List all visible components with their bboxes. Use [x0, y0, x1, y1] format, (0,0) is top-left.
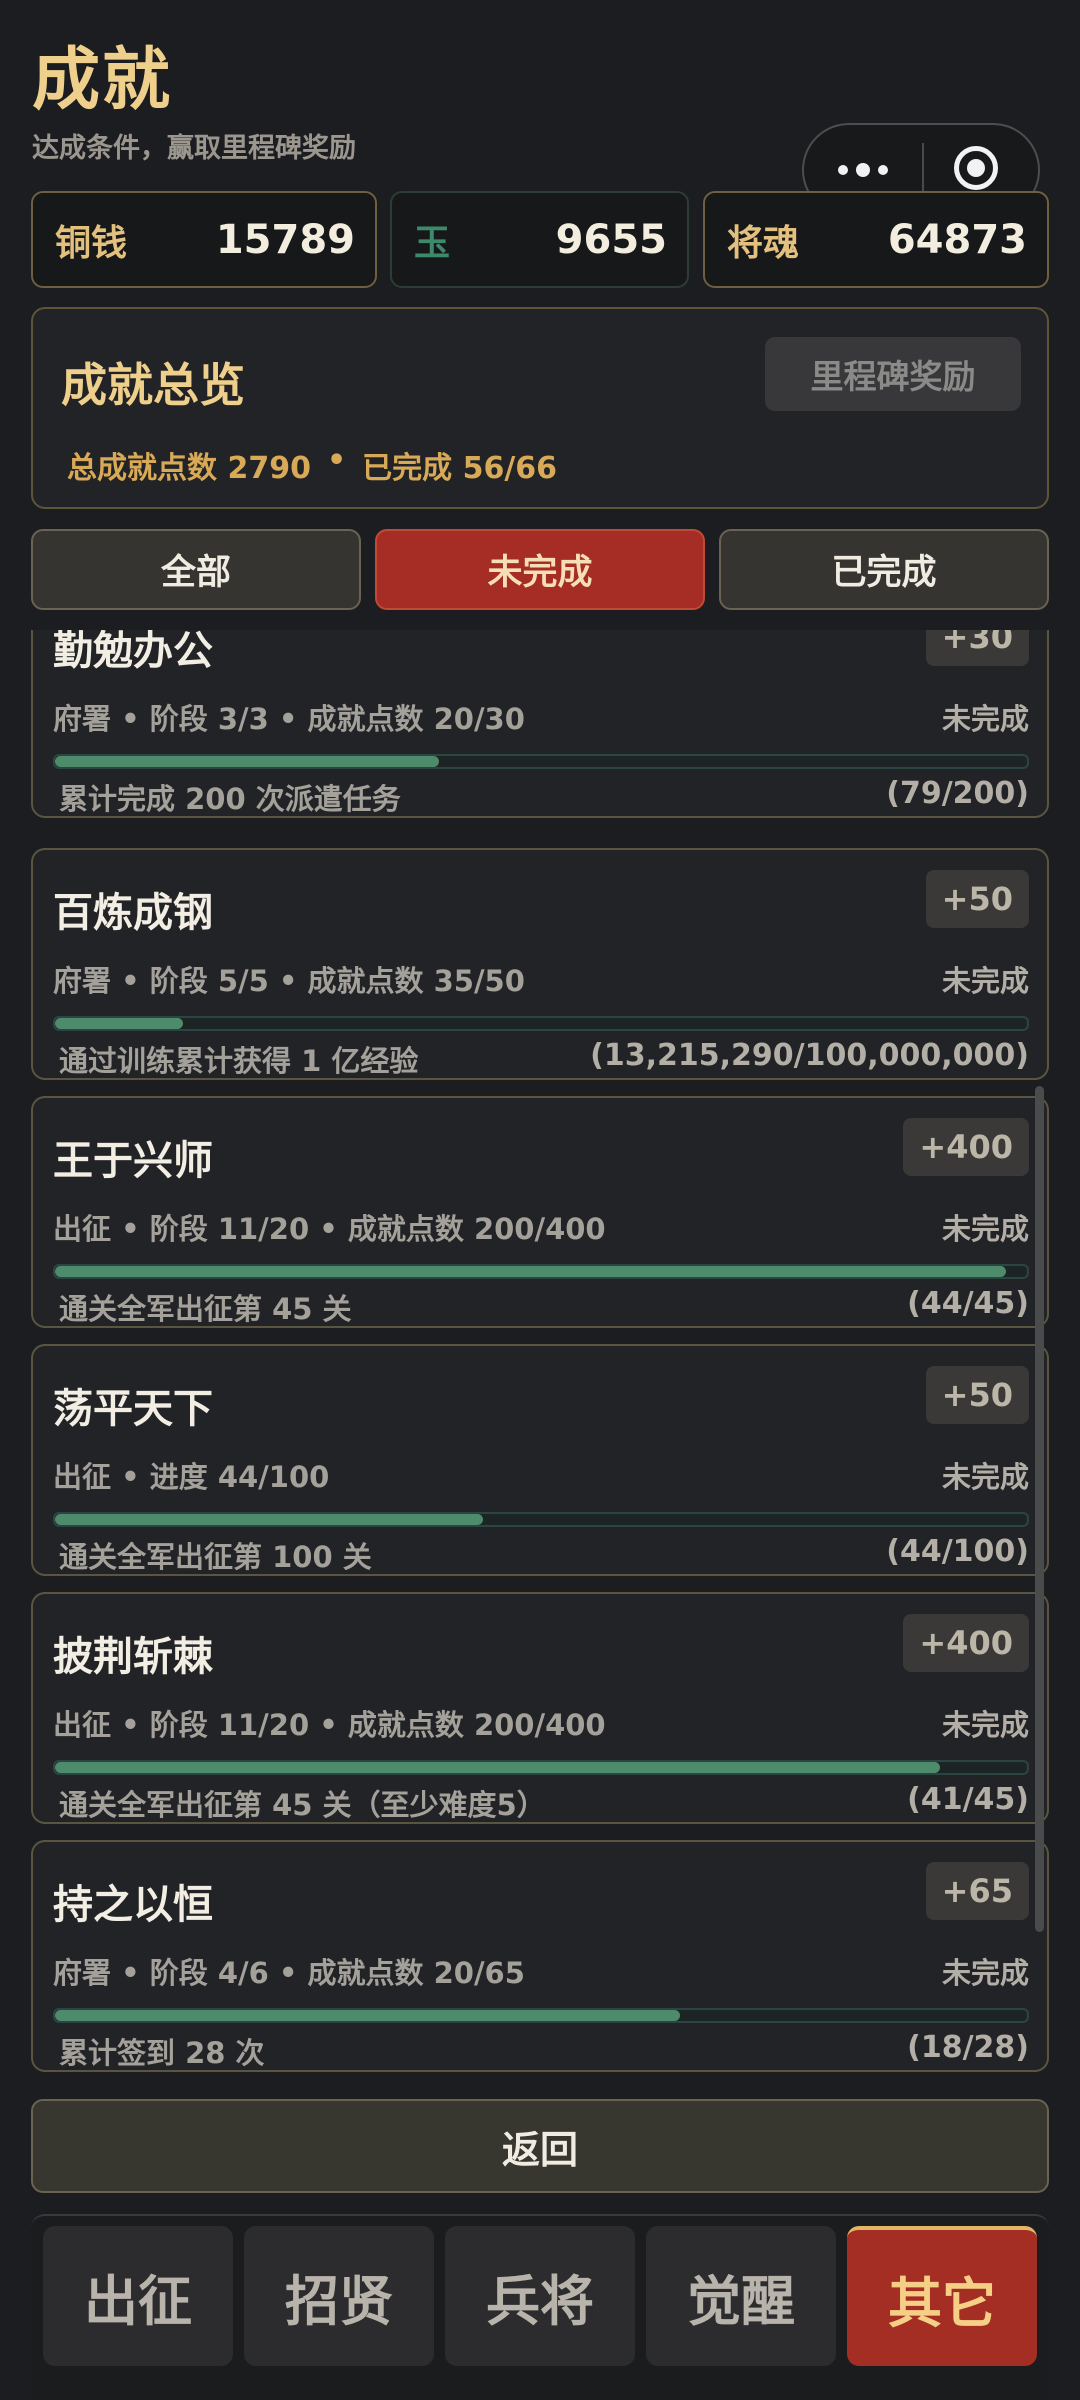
bottom-tab-bar: 出征 招贤 兵将 觉醒 其它 — [31, 2214, 1049, 2400]
currency-soul-label: 将魂 — [727, 222, 800, 264]
list-scrollbar[interactable] — [1035, 1086, 1044, 1932]
achievement-overview: 成就总览 里程碑奖励 总成就点数 2790 • 已完成 56/66 — [31, 307, 1049, 509]
completed-count: 已完成 56/66 — [362, 451, 558, 486]
achievement-card[interactable]: 持之以恒 +65 府署 • 阶段 4/6 • 成就点数 20/65 未完成 累计… — [31, 1840, 1049, 2072]
achievement-description: 通过训练累计获得 1 亿经验 — [59, 1044, 419, 1078]
page-title: 成就 — [32, 41, 173, 120]
filter-all[interactable]: 全部 — [31, 529, 361, 610]
achievement-progress-bar — [53, 1760, 1029, 1775]
achievement-progress-text: (41/45) — [907, 1782, 1029, 1817]
achievement-points-badge: +400 — [903, 1614, 1029, 1672]
filter-incomplete[interactable]: 未完成 — [375, 529, 705, 610]
achievement-description: 通关全军出征第 45 关 — [59, 1292, 352, 1326]
tab-generals[interactable]: 兵将 — [445, 2226, 635, 2366]
overview-title: 成就总览 — [61, 358, 245, 412]
achievement-name: 百炼成钢 — [53, 890, 213, 936]
achievement-status: 未完成 — [941, 1212, 1029, 1246]
achievement-card[interactable]: 王于兴师 +400 出征 • 阶段 11/20 • 成就点数 200/400 未… — [31, 1096, 1049, 1328]
achievement-list[interactable]: 勤勉办公 +30 府署 • 阶段 3/3 • 成就点数 20/30 未完成 累计… — [0, 630, 1080, 2080]
achievement-meta: 府署 • 阶段 3/3 • 成就点数 20/30 — [53, 702, 525, 736]
achievement-card[interactable]: 披荆斩棘 +400 出征 • 阶段 11/20 • 成就点数 200/400 未… — [31, 1592, 1049, 1824]
currency-jade-label: 玉 — [414, 222, 451, 264]
achievement-name: 王于兴师 — [53, 1138, 213, 1184]
tab-other[interactable]: 其它 — [847, 2226, 1037, 2366]
achievement-progress-bar — [53, 1512, 1029, 1527]
achievement-progress-bar — [53, 1016, 1029, 1031]
currency-copper-value: 15789 — [215, 216, 355, 263]
achievement-status: 未完成 — [941, 1708, 1029, 1742]
tab-expedition[interactable]: 出征 — [43, 2226, 233, 2366]
achievement-description: 通关全军出征第 45 关（至少难度5） — [59, 1788, 546, 1822]
tab-awaken[interactable]: 觉醒 — [646, 2226, 836, 2366]
filter-tabs: 全部 未完成 已完成 — [31, 529, 1049, 610]
achievement-card[interactable]: 百炼成钢 +50 府署 • 阶段 5/5 • 成就点数 35/50 未完成 通过… — [31, 848, 1049, 1080]
total-points: 总成就点数 2790 — [67, 451, 311, 486]
milestone-reward-button[interactable]: 里程碑奖励 — [765, 337, 1021, 411]
achievement-points-badge: +400 — [903, 1118, 1029, 1176]
page-header: 成就 达成条件，赢取里程碑奖励 — [32, 36, 356, 165]
progress-fill — [55, 1762, 941, 1773]
progress-fill — [55, 756, 439, 767]
achievement-name: 勤勉办公 — [53, 630, 213, 674]
achievement-progress-text: (44/100) — [886, 1534, 1029, 1569]
achievement-name: 披荆斩棘 — [53, 1634, 213, 1680]
achievement-points-badge: +50 — [925, 1366, 1029, 1424]
achievement-status: 未完成 — [941, 1956, 1029, 1990]
achievement-points-badge: +50 — [925, 870, 1029, 928]
progress-fill — [55, 1266, 1006, 1277]
achievement-meta: 府署 • 阶段 5/5 • 成就点数 35/50 — [53, 964, 525, 998]
achievement-status: 未完成 — [941, 1460, 1029, 1494]
achievement-meta: 府署 • 阶段 4/6 • 成就点数 20/65 — [53, 1956, 525, 1990]
currency-soul-value: 64873 — [887, 216, 1027, 263]
page-subtitle: 达成条件，赢取里程碑奖励 — [32, 133, 356, 164]
achievement-progress-text: (79/200) — [886, 776, 1029, 811]
back-button[interactable]: 返回 — [31, 2099, 1049, 2193]
achievement-meta: 出征 • 进度 44/100 — [53, 1460, 330, 1494]
achievement-progress-bar — [53, 2008, 1029, 2023]
achievement-progress-text: (13,215,290/100,000,000) — [590, 1038, 1029, 1073]
achievement-name: 持之以恒 — [53, 1882, 213, 1928]
achievement-points-badge: +30 — [925, 630, 1029, 666]
achievement-progress-bar — [53, 754, 1029, 769]
achievement-description: 累计签到 28 次 — [59, 2036, 265, 2070]
currency-copper: 铜钱 15789 — [31, 191, 377, 288]
achievement-points-badge: +65 — [925, 1862, 1029, 1920]
achievement-name: 荡平天下 — [53, 1386, 213, 1432]
target-circle-icon[interactable] — [954, 146, 998, 190]
progress-fill — [55, 2010, 680, 2021]
currency-soul: 将魂 64873 — [703, 191, 1049, 288]
achievements-page: 成就 达成条件，赢取里程碑奖励 铜钱 15789 玉 9655 将魂 64873… — [0, 0, 1080, 2400]
progress-fill — [55, 1018, 184, 1029]
progress-fill — [55, 1514, 483, 1525]
achievement-meta: 出征 • 阶段 11/20 • 成就点数 200/400 — [53, 1708, 606, 1742]
achievement-card[interactable]: 荡平天下 +50 出征 • 进度 44/100 未完成 通关全军出征第 100 … — [31, 1344, 1049, 1576]
tab-recruit[interactable]: 招贤 — [244, 2226, 434, 2366]
currency-copper-label: 铜钱 — [55, 222, 128, 264]
stats-separator: • — [326, 443, 347, 478]
overview-stats: 总成就点数 2790 • 已完成 56/66 — [67, 443, 557, 487]
achievement-description: 累计完成 200 次派遣任务 — [59, 782, 401, 816]
achievement-progress-text: (18/28) — [907, 2030, 1029, 2065]
achievement-progress-text: (44/45) — [907, 1286, 1029, 1321]
achievement-meta: 出征 • 阶段 11/20 • 成就点数 200/400 — [53, 1212, 606, 1246]
achievement-description: 通关全军出征第 100 关 — [59, 1540, 372, 1574]
filter-complete[interactable]: 已完成 — [719, 529, 1049, 610]
achievement-progress-bar — [53, 1264, 1029, 1279]
capsule-divider — [922, 143, 924, 197]
achievement-status: 未完成 — [941, 702, 1029, 736]
achievement-card[interactable]: 勤勉办公 +30 府署 • 阶段 3/3 • 成就点数 20/30 未完成 累计… — [31, 630, 1049, 818]
achievement-status: 未完成 — [941, 964, 1029, 998]
currency-jade-value: 9655 — [555, 216, 667, 263]
currency-jade: 玉 9655 — [390, 191, 689, 288]
